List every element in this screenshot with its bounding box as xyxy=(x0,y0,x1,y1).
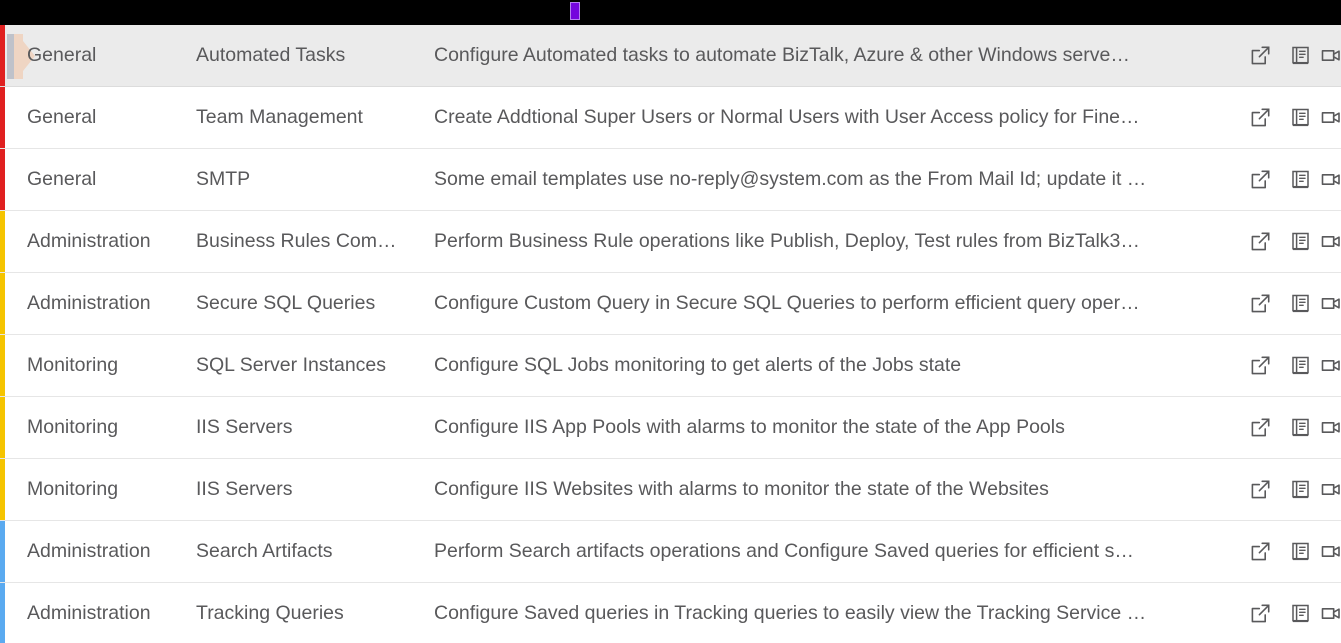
cell-description: Configure IIS Websites with alarms to mo… xyxy=(434,477,1049,500)
row-status-strip xyxy=(0,459,5,520)
video-icon[interactable] xyxy=(1320,36,1341,76)
cell-feature: SQL Server Instances xyxy=(196,353,387,376)
row-status-strip xyxy=(0,211,5,272)
row-status-strip xyxy=(0,521,5,582)
row-actions xyxy=(1240,583,1341,643)
open-in-new-window-icon[interactable] xyxy=(1240,408,1280,448)
video-icon[interactable] xyxy=(1320,222,1341,262)
open-in-new-window-icon[interactable] xyxy=(1240,160,1280,200)
open-in-new-window-icon[interactable] xyxy=(1240,346,1280,386)
open-in-new-window-icon[interactable] xyxy=(1240,36,1280,76)
row-status-strip xyxy=(0,335,5,396)
cell-feature: IIS Servers xyxy=(196,415,293,438)
video-icon[interactable] xyxy=(1320,98,1341,138)
cell-description: Configure Custom Query in Secure SQL Que… xyxy=(434,291,1140,314)
table-row[interactable]: Monitoring IIS Servers Configure IIS App P… xyxy=(0,397,1341,459)
table-row[interactable]: Administration Secure SQL Queries Configur… xyxy=(0,273,1341,335)
table-row[interactable]: Administration Business Rules Com… Perform… xyxy=(0,211,1341,273)
row-actions xyxy=(1240,211,1341,272)
selected-row-bar xyxy=(7,34,14,79)
cell-module: Administration xyxy=(27,539,151,562)
top-black-bar xyxy=(0,0,1341,25)
cell-description: Configure Automated tasks to automate Bi… xyxy=(434,43,1130,66)
cell-module: General xyxy=(27,43,97,66)
documentation-book-icon[interactable] xyxy=(1280,346,1320,386)
cell-module: Monitoring xyxy=(27,477,119,500)
cell-feature: Secure SQL Queries xyxy=(196,291,376,314)
cell-description: Configure Saved queries in Tracking quer… xyxy=(434,601,1147,624)
cell-module: Administration xyxy=(27,601,151,624)
row-actions xyxy=(1240,25,1341,86)
documentation-book-icon[interactable] xyxy=(1280,222,1320,262)
documentation-book-icon[interactable] xyxy=(1280,470,1320,510)
documentation-book-icon[interactable] xyxy=(1280,36,1320,76)
video-icon[interactable] xyxy=(1320,346,1341,386)
table-row[interactable]: General SMTP Some email templates use no-r… xyxy=(0,149,1341,211)
cell-description: Some email templates use no-reply@system… xyxy=(434,167,1147,190)
selected-row-arrow-icon xyxy=(14,34,35,79)
row-actions xyxy=(1240,335,1341,396)
cell-module: General xyxy=(27,167,97,190)
row-actions xyxy=(1240,149,1341,210)
row-actions xyxy=(1240,521,1341,582)
cell-feature: Tracking Queries xyxy=(196,601,344,624)
row-actions xyxy=(1240,397,1341,458)
row-actions xyxy=(1240,273,1341,334)
text-cursor-caret xyxy=(570,2,580,20)
cell-module: General xyxy=(27,105,97,128)
row-status-strip xyxy=(0,87,5,148)
table-row[interactable]: Monitoring IIS Servers Configure IIS Websi… xyxy=(0,459,1341,521)
video-icon[interactable] xyxy=(1320,470,1341,510)
open-in-new-window-icon[interactable] xyxy=(1240,98,1280,138)
table-row[interactable]: Administration Tracking Queries Configure … xyxy=(0,583,1341,643)
open-in-new-window-icon[interactable] xyxy=(1240,284,1280,324)
cell-feature: IIS Servers xyxy=(196,477,293,500)
app-root: General Automated Tasks Configure Automate… xyxy=(0,0,1341,643)
cell-module: Administration xyxy=(27,291,151,314)
video-icon[interactable] xyxy=(1320,594,1341,634)
table-row[interactable]: General Automated Tasks Configure Automate… xyxy=(0,25,1341,87)
cell-description: Perform Business Rule operations like Pu… xyxy=(434,229,1140,252)
table-row[interactable]: Monitoring SQL Server Instances Configure … xyxy=(0,335,1341,397)
documentation-book-icon[interactable] xyxy=(1280,532,1320,572)
cell-feature: Team Management xyxy=(196,105,363,128)
cell-feature: SMTP xyxy=(196,167,251,190)
cell-description: Create Addtional Super Users or Normal U… xyxy=(434,105,1140,128)
cell-module: Monitoring xyxy=(27,415,119,438)
row-status-strip xyxy=(0,149,5,210)
documentation-book-icon[interactable] xyxy=(1280,160,1320,200)
cell-module: Administration xyxy=(27,229,151,252)
row-status-strip xyxy=(0,273,5,334)
cell-feature: Automated Tasks xyxy=(196,43,346,66)
open-in-new-window-icon[interactable] xyxy=(1240,470,1280,510)
cell-feature: Search Artifacts xyxy=(196,539,333,562)
documentation-book-icon[interactable] xyxy=(1280,594,1320,634)
video-icon[interactable] xyxy=(1320,408,1341,448)
open-in-new-window-icon[interactable] xyxy=(1240,532,1280,572)
documentation-book-icon[interactable] xyxy=(1280,98,1320,138)
video-icon[interactable] xyxy=(1320,284,1341,324)
video-icon[interactable] xyxy=(1320,532,1341,572)
table-row[interactable]: Administration Search Artifacts Perform Se… xyxy=(0,521,1341,583)
row-actions xyxy=(1240,459,1341,520)
video-icon[interactable] xyxy=(1320,160,1341,200)
documentation-book-icon[interactable] xyxy=(1280,284,1320,324)
cell-description: Configure SQL Jobs monitoring to get ale… xyxy=(434,353,962,376)
documentation-book-icon[interactable] xyxy=(1280,408,1320,448)
feature-table[interactable]: General Automated Tasks Configure Automate… xyxy=(0,25,1341,643)
table-row[interactable]: General Team Management Create Addtional S… xyxy=(0,87,1341,149)
open-in-new-window-icon[interactable] xyxy=(1240,594,1280,634)
cell-feature: Business Rules Com… xyxy=(196,229,397,252)
cell-description: Perform Search artifacts operations and … xyxy=(434,539,1134,562)
row-status-strip xyxy=(0,397,5,458)
row-actions xyxy=(1240,87,1341,148)
cell-description: Configure IIS App Pools with alarms to m… xyxy=(434,415,1065,438)
cell-module: Monitoring xyxy=(27,353,119,376)
open-in-new-window-icon[interactable] xyxy=(1240,222,1280,262)
row-status-strip xyxy=(0,583,5,643)
